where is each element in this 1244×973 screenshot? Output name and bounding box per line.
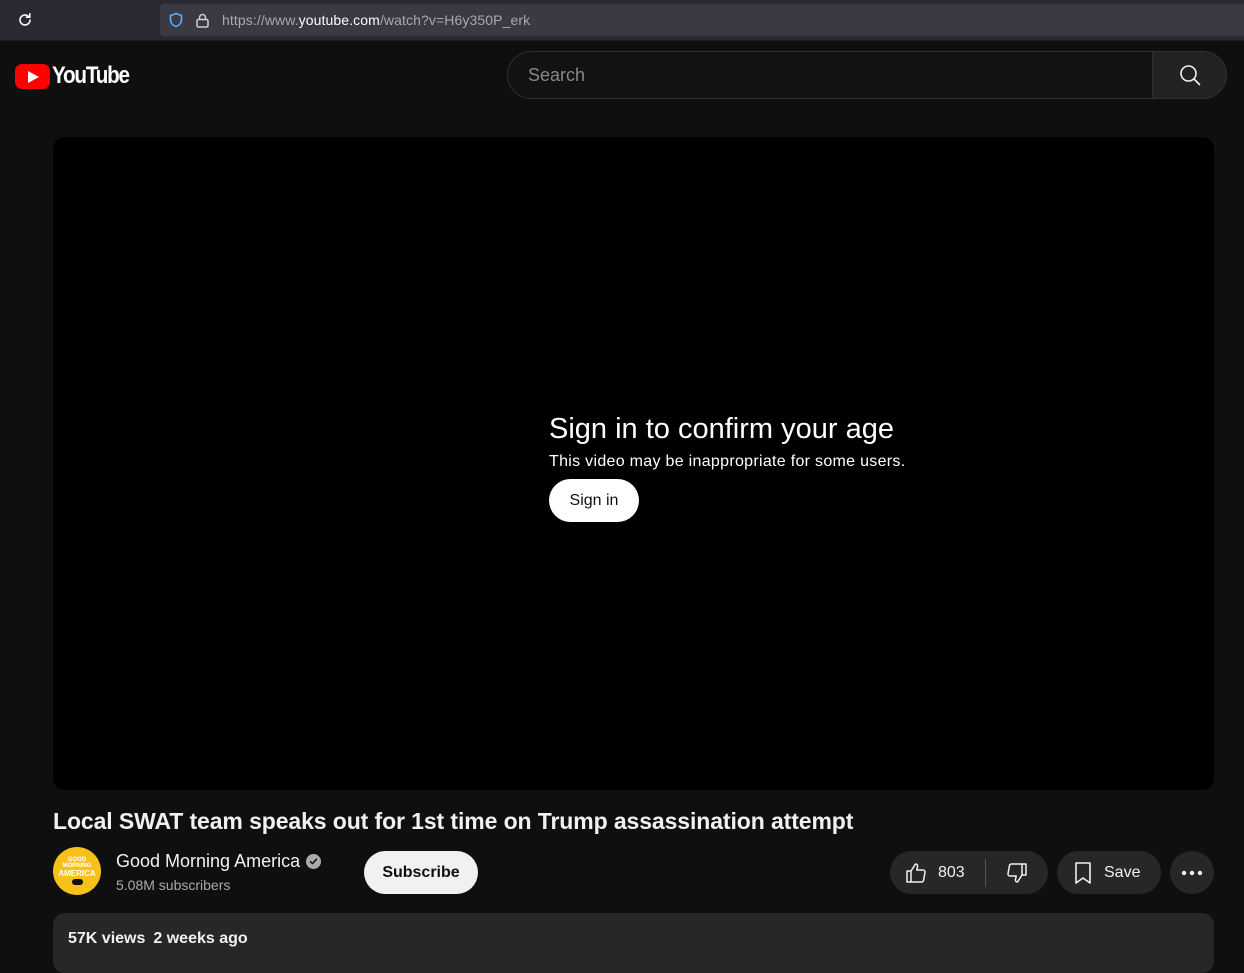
upload-date: 2 weeks ago (153, 930, 248, 947)
subscribe-button[interactable]: Subscribe (364, 851, 478, 894)
like-count: 803 (938, 863, 965, 881)
more-actions-button[interactable] (1170, 851, 1214, 894)
age-gate-overlay: Sign in to confirm your age This video m… (549, 411, 905, 522)
thumbs-up-icon (906, 862, 926, 883)
like-dislike-group: 803 (890, 851, 1048, 894)
tracking-protection-shield-icon[interactable] (167, 11, 185, 29)
age-gate-subtitle: This video may be inappropriate for some… (549, 453, 906, 470)
description-box[interactable]: 57K views 2 weeks ago (53, 913, 1214, 973)
search-box (507, 51, 1227, 99)
channel-name[interactable]: Good Morning America (116, 851, 300, 872)
sign-in-button[interactable]: Sign in (549, 479, 639, 522)
video-title: Local SWAT team speaks out for 1st time … (53, 808, 854, 834)
more-horizontal-icon (1181, 870, 1203, 875)
search-button[interactable] (1152, 51, 1227, 99)
dislike-button[interactable] (986, 851, 1048, 894)
youtube-logo[interactable]: YouTube (15, 62, 141, 89)
age-gate-title: Sign in to confirm your age (549, 413, 894, 445)
view-count: 57K views (68, 930, 146, 947)
logo-text: YouTube (52, 62, 130, 89)
channel-name-row[interactable]: Good Morning America (116, 851, 322, 872)
abc-logo-icon (71, 879, 83, 885)
reload-icon (19, 13, 31, 26)
description-meta: 57K views 2 weeks ago (68, 930, 1199, 948)
url-text: https://www.youtube.com/watch?v=H6y350P_… (222, 12, 531, 28)
subscriber-count: 5.08M subscribers (116, 877, 231, 893)
video-player[interactable]: Sign in to confirm your age This video m… (53, 137, 1214, 790)
save-button[interactable]: Save (1057, 851, 1161, 894)
reload-button[interactable] (13, 8, 37, 32)
masthead: YouTube (0, 41, 1244, 109)
lock-icon[interactable] (194, 11, 210, 29)
verified-badge-icon (306, 854, 322, 869)
like-button[interactable]: 803 (890, 851, 985, 894)
save-label: Save (1104, 863, 1141, 881)
thumbs-down-icon (1007, 862, 1027, 883)
search-icon (1179, 65, 1200, 86)
browser-toolbar: https://www.youtube.com/watch?v=H6y350P_… (0, 0, 1244, 41)
youtube-play-icon (15, 63, 50, 89)
search-input[interactable] (507, 51, 1152, 99)
bookmark-icon (1075, 861, 1091, 884)
channel-avatar[interactable]: GOOD MORNING AMERICA (53, 847, 101, 895)
avatar-line3: AMERICA (58, 869, 96, 878)
address-bar[interactable]: https://www.youtube.com/watch?v=H6y350P_… (160, 4, 1244, 36)
